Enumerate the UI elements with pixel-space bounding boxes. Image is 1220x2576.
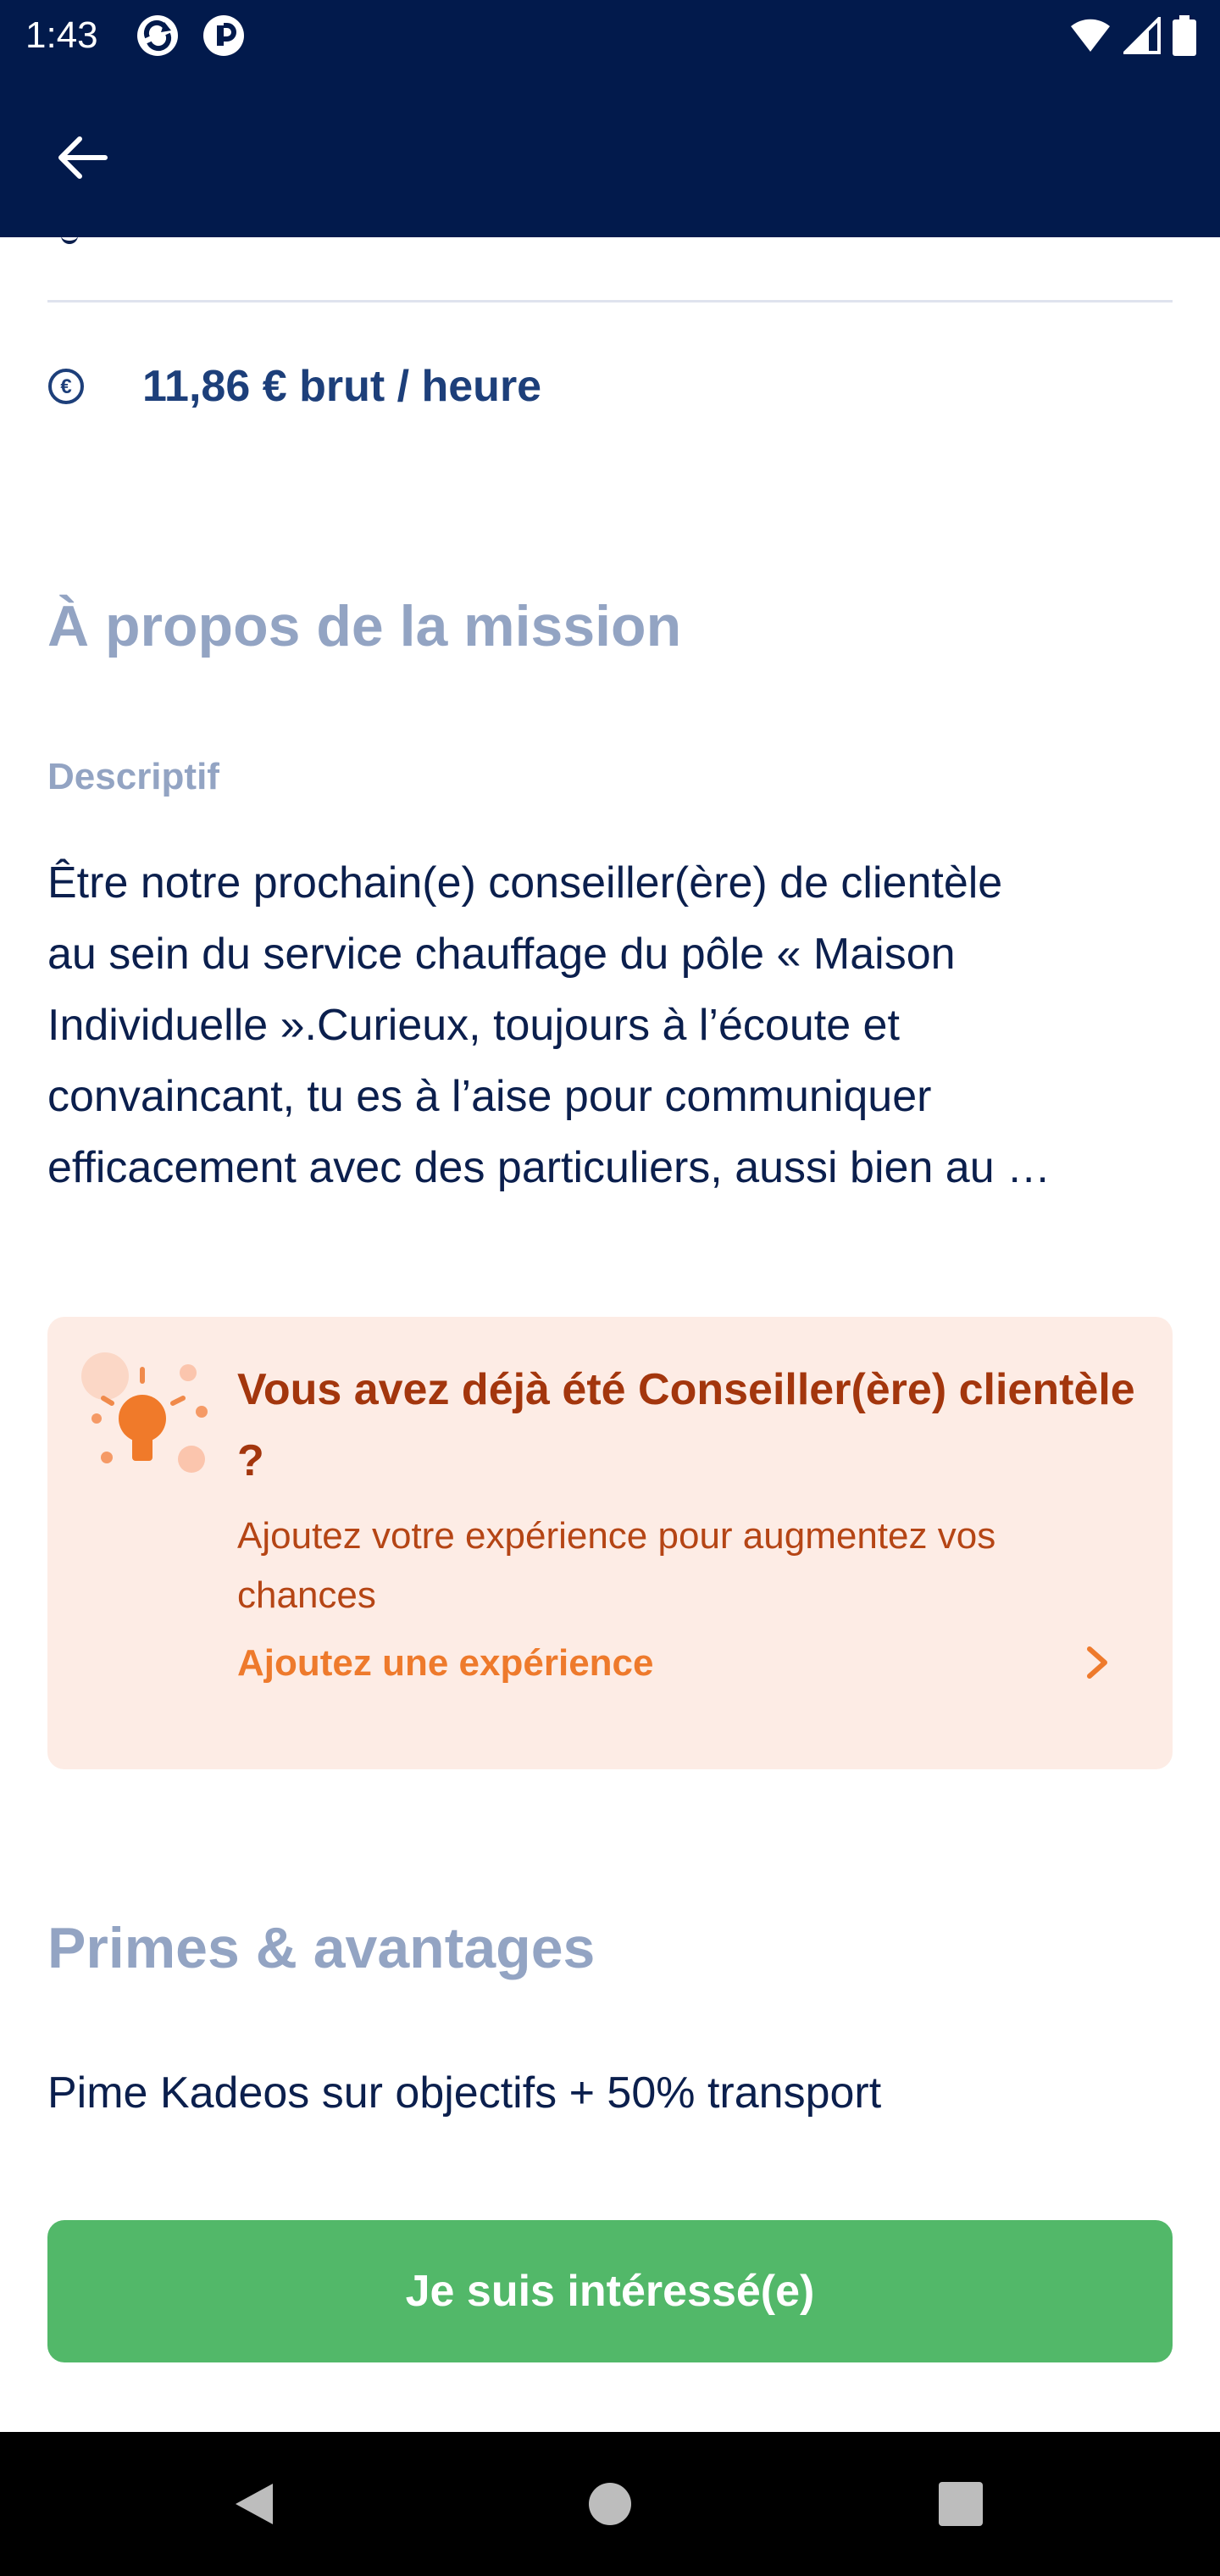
card-subtitle: Ajoutez votre expérience pour augmentez … [237,1515,996,1616]
mission-description: Être notre prochain(e) conseiller(ère) d… [47,847,1149,1203]
app-bar [0,73,1220,237]
sync-badge-icon [137,15,178,56]
svg-text:€: € [60,375,71,398]
mission-title: À propos de la mission [47,594,682,658]
status-bar: 1:43 [0,0,1220,73]
description-label: Descriptif [47,756,219,797]
description-line: efficacement avec des particuliers, auss… [47,1143,1051,1192]
card-title: Vous avez déjà été Conseiller(ère) clien… [237,1365,1135,1485]
back-button[interactable] [41,115,125,200]
nav-home-button[interactable] [568,2462,652,2546]
chevron-right-icon[interactable] [1079,1644,1113,1681]
recents-square-icon [939,2482,983,2526]
description-line: au sein du service chauffage du pôle « M… [47,930,956,979]
add-experience-link[interactable]: Ajoutez une expérience [237,1634,653,1693]
battery-icon [1173,15,1196,56]
benefits-text: Pime Kadeos sur objectifs + 50% transpor… [47,2068,882,2118]
euro-icon: € [48,369,84,404]
wifi-icon [1071,19,1110,52]
divider [47,300,1173,303]
job-detail-content[interactable]: € 11,86 € brut / heure À propos de la mi… [0,237,1220,2432]
signal-icon [1123,17,1161,54]
shield-badge-icon [203,15,244,56]
clipped-icon [61,237,78,244]
nav-back-button[interactable] [212,2462,297,2546]
salary-row: € 11,86 € brut / heure [47,359,541,414]
benefits-title: Primes & avantages [47,1916,596,1980]
arrow-left-icon [58,136,108,179]
add-experience-card[interactable]: Vous avez déjà été Conseiller(ère) clien… [47,1317,1173,1769]
interested-button[interactable]: Je suis intéressé(e) [47,2220,1173,2362]
system-nav-bar [0,2432,1220,2576]
status-time: 1:43 [25,14,98,56]
home-circle-icon [589,2483,631,2525]
description-line: convaincant, tu es à l’aise pour communi… [47,1072,932,1121]
back-triangle-icon [236,2484,273,2524]
description-line: Être notre prochain(e) conseiller(ère) d… [47,858,1003,908]
salary-text: 11,86 € brut / heure [142,362,542,411]
nav-recents-button[interactable] [918,2462,1003,2546]
lightbulb-icon [81,1352,208,1473]
description-line: Individuelle ».Curieux, toujours à l’éco… [47,1001,900,1050]
